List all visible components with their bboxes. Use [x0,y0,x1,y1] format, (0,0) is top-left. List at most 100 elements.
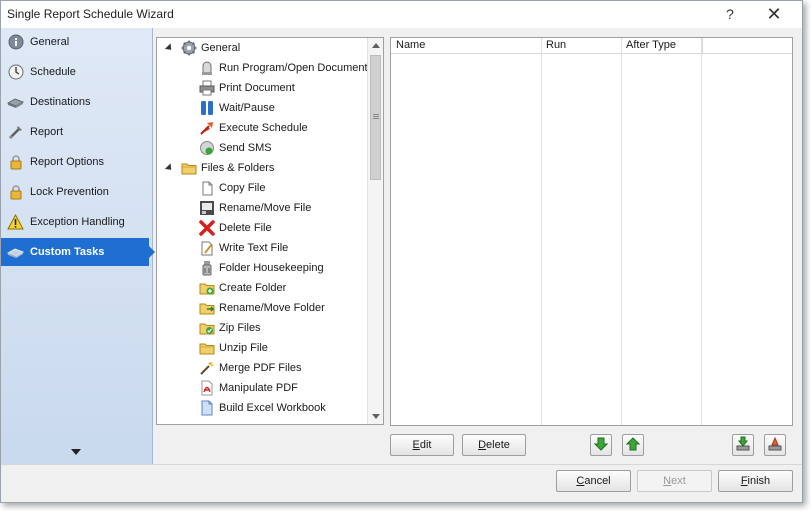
sidebar-item-report[interactable]: Report [1,118,152,146]
sidebar-item-exception-handling[interactable]: Exception Handling [1,208,152,236]
sidebar-item-report-options[interactable]: Report Options [1,148,152,176]
tree-item[interactable]: Print Document [199,78,295,98]
move-down-button[interactable] [590,434,612,456]
printer-icon [199,80,215,96]
scrollbar-thumb[interactable] [370,55,381,180]
footer-separator [1,464,802,465]
export-button[interactable] [764,434,786,456]
collapse-expander-icon[interactable] [164,43,175,53]
tree-label: Copy File [219,182,266,194]
sidebar-item-label: Destinations [30,96,91,108]
tree-item[interactable]: Rename/Move Folder [199,298,325,318]
column-header-run[interactable]: Run [546,39,566,51]
tree-item[interactable]: Send SMS [199,138,272,158]
cancel-button[interactable]: Cancel [556,470,631,492]
sidebar-item-label: Custom Tasks [30,246,105,258]
tree-item[interactable]: Merge PDF Files [199,358,302,378]
tree-label: Wait/Pause [219,102,275,114]
warning-icon [7,214,24,231]
folder-icon [181,160,197,176]
tree-group-files-folders[interactable]: Files & Folders [181,158,274,178]
tree-label: Files & Folders [201,162,275,174]
tree-group-general[interactable]: General [181,38,240,58]
column-header-name[interactable]: Name [396,39,425,51]
lock-icon [7,184,24,201]
scroll-down-arrow-icon[interactable] [372,414,380,419]
collapse-expander-icon[interactable] [164,163,175,173]
pdf-icon [199,380,215,396]
tree-label: General [201,42,241,54]
arrow-down-icon [593,437,609,454]
tree-item[interactable]: Delete File [199,218,272,238]
rename-folder-icon [199,300,215,316]
export-icon [767,436,783,455]
tree-scrollbar[interactable] [367,38,383,424]
tree-label: Run Program/Open Document [219,62,368,74]
rename-file-icon [199,200,215,216]
tree-item[interactable]: Run Program/Open Document [199,58,368,78]
destinations-icon [7,94,24,111]
create-folder-icon [199,280,215,296]
delete-button[interactable]: Delete [462,434,526,456]
tree-label: Create Folder [219,282,287,294]
tree-label: Merge PDF Files [219,362,302,374]
tree-item[interactable]: Manipulate PDF [199,378,298,398]
wizard-window: Single Report Schedule Wizard ? ✕ Genera… [0,0,803,503]
tree-item[interactable]: Build Excel Workbook [199,398,326,418]
tree-item[interactable]: Unzip File [199,338,268,358]
move-up-button[interactable] [622,434,644,456]
sidebar-item-label: Exception Handling [30,216,125,228]
sidebar-item-general[interactable]: General [1,28,152,56]
tree-label: Manipulate PDF [219,382,298,394]
sidebar-item-label: Report Options [30,156,104,168]
task-tree[interactable]: General Run Program/Open Document Print … [156,37,384,425]
tree-item[interactable]: Execute Schedule [199,118,308,138]
pause-icon [199,100,215,116]
tree-item[interactable]: Wait/Pause [199,98,275,118]
tree-item[interactable]: Write Text File [199,238,288,258]
tasks-icon [7,244,24,261]
tree-label: Rename/Move File [219,202,312,214]
grid-column-name: Name [391,38,542,425]
sidebar-item-label: Schedule [30,66,76,78]
arrow-up-icon [625,436,641,454]
window-title: Single Report Schedule Wizard [7,7,174,21]
sms-icon [199,140,215,156]
sidebar-more-arrow-icon[interactable] [71,449,81,455]
sidebar-item-label: General [30,36,70,48]
housekeeping-icon [199,260,215,276]
grid-column-run: Run [542,38,622,425]
tree-item[interactable]: Copy File [199,178,265,198]
help-button[interactable]: ? [717,4,743,24]
tree-item[interactable]: Rename/Move File [199,198,311,218]
tree-label: Delete File [219,222,272,234]
wizard-sidebar: General Schedule Destinations Report Rep… [1,28,155,465]
sidebar-item-label: Lock Prevention [30,186,109,198]
custom-tasks-grid[interactable]: Name Run After Type [390,37,793,426]
close-button[interactable]: ✕ [761,4,787,24]
grid-column-extra [702,38,792,425]
report-icon [7,124,24,141]
lock-icon [7,154,24,171]
next-button[interactable]: Next [637,470,712,492]
sidebar-item-custom-tasks[interactable]: Custom Tasks [1,238,155,266]
finish-button[interactable]: Finish [718,470,793,492]
header-divider [702,38,703,54]
scroll-up-arrow-icon[interactable] [372,43,380,48]
tree-item[interactable]: Folder Housekeeping [199,258,324,278]
sidebar-item-schedule[interactable]: Schedule [1,58,152,86]
tree-item[interactable]: Zip Files [199,318,261,338]
write-text-icon [199,240,215,256]
tree-item[interactable]: Create Folder [199,278,286,298]
sidebar-item-destinations[interactable]: Destinations [1,88,152,116]
edit-button[interactable]: Edit [390,434,454,456]
import-button[interactable] [732,434,754,456]
tree-label: Unzip File [219,342,268,354]
clock-icon [7,64,24,81]
column-header-after-type[interactable]: After Type [626,39,676,51]
grid-column-after-type: After Type [622,38,702,425]
run-program-icon [199,60,215,76]
tree-label: Send SMS [219,142,272,154]
sidebar-item-lock-prevention[interactable]: Lock Prevention [1,178,152,206]
tree-label: Print Document [219,82,295,94]
